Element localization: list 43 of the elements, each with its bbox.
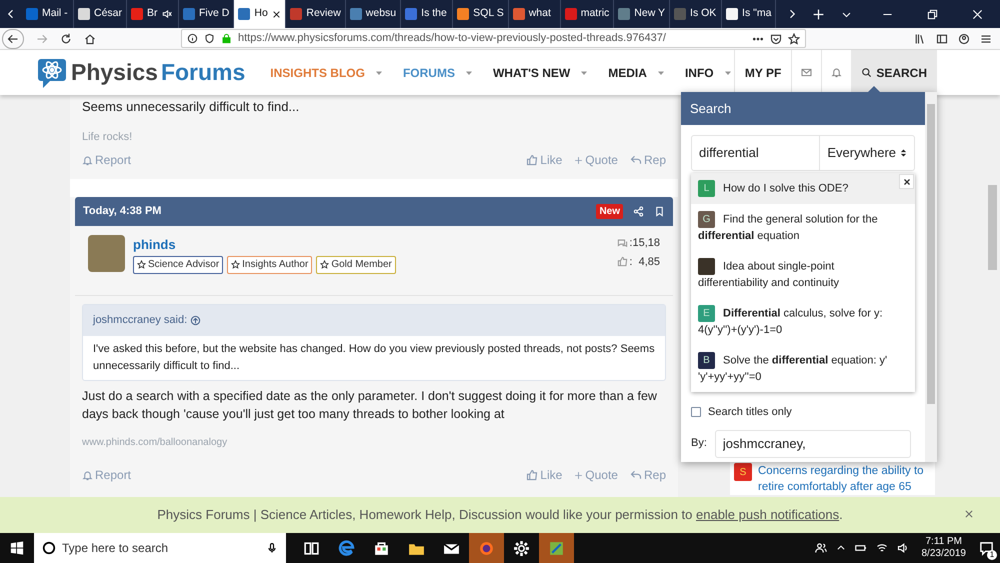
user-badge: Science Advisor [133, 256, 224, 274]
new-badge: New [596, 204, 623, 219]
logo-text[interactable]: Forums [160, 55, 246, 90]
search-result[interactable]: B Solve the differential equation: y' 'y'+yy'+yy''=0 [691, 345, 915, 392]
reaction-count: : 4,85 [629, 254, 660, 270]
url-text: https://www.physicsforums.com/threads/how-to-view-previously-posted-threads.976437/ [238, 31, 666, 46]
titles-only-checkbox[interactable]: Search titles only [691, 404, 915, 420]
nav-link[interactable]: INFO [684, 64, 732, 82]
search-result[interactable]: Idea about single-point differentiability and continuity [691, 251, 915, 298]
post-text: Seems unnecessarily difficult to find... [82, 98, 300, 116]
scope-select[interactable]: Everywhere [820, 135, 915, 171]
letter-avatar: B [698, 352, 715, 369]
by-input[interactable]: joshmccraney, [714, 430, 911, 458]
browser-tab[interactable]: Ho [234, 0, 286, 28]
search-input[interactable]: differential [692, 136, 820, 170]
search-result[interactable]: E Differential calculus, solve for y: 4(y''y'')+(y'y')-1=0 [691, 298, 915, 345]
address-bar[interactable]: https://www.physicsforums.com/threads/how-to-view-previously-posted-threads.976437/ [181, 29, 806, 48]
message-count: :15,18 [629, 236, 660, 251]
quote-author: joshmccraney said: [93, 313, 188, 328]
letter-avatar: E [698, 305, 715, 322]
taskbar-clock[interactable]: 7:11 PM 8/23/2019 [922, 536, 966, 560]
logo-text[interactable]: Physics [71, 55, 158, 90]
search-result[interactable]: G Find the general solution for the differential equation [691, 204, 915, 251]
user-badge: Gold Member [316, 256, 396, 274]
search-result[interactable]: L How do I solve this ODE? [691, 173, 915, 204]
post-date: Today, 4:38 PM [83, 204, 162, 220]
taskbar-search-field[interactable]: Type here to search [34, 533, 286, 563]
letter-avatar: G [698, 211, 715, 228]
user-badge: Insights Author [227, 256, 312, 274]
letter-avatar: L [698, 180, 715, 197]
notification-message: Physics Forums | Science Articles, Homework Help, Discussion would like your permission to enable push notifications. [157, 506, 843, 524]
search-button[interactable]: SEARCH [851, 50, 937, 95]
signature-text: Life rocks! [82, 130, 134, 144]
quote-text: I've asked this before, but the website has changed. How do you view previously posted threads, not posts? Seems unnecessarily difficult to find... [92, 342, 656, 374]
thread-link[interactable]: Concerns regarding the ability to retire comfortably after age 65 [758, 463, 931, 495]
taskbar-search-input[interactable]: Type here to search [62, 539, 260, 557]
push-notifications-link[interactable]: enable push notifications [696, 507, 840, 522]
post-text: Just do a search with a specified date as the only parameter. I don't suggest doing it for more than a few days back though 'cause you'll just get too many threads to bother looking at [82, 388, 658, 423]
panel-title: Search [690, 100, 732, 118]
nav-link[interactable]: MEDIA [608, 64, 665, 82]
author-link[interactable]: phinds [133, 235, 396, 254]
nav-link[interactable]: WHAT'S NEW [492, 64, 588, 82]
by-label: By: [691, 436, 707, 452]
